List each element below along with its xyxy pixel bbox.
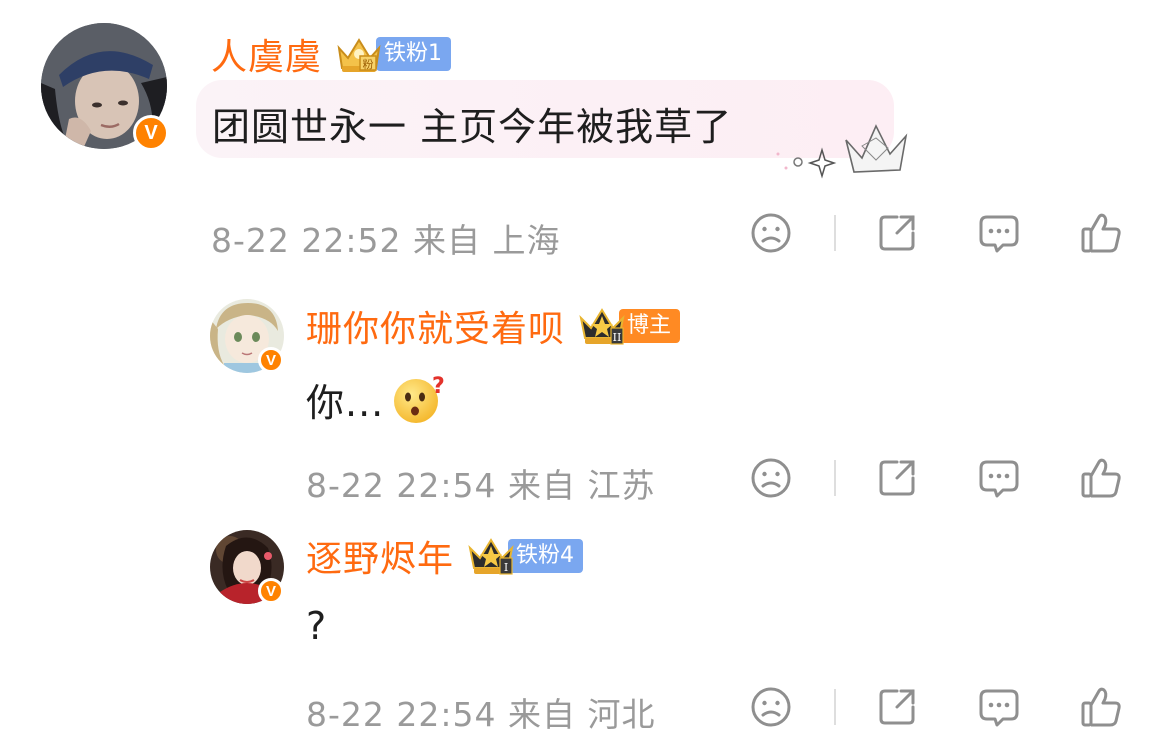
fan-level-tag: 铁粉4 [508,539,584,573]
svg-text:?: ? [432,374,445,399]
divider [834,460,836,496]
svg-text:粉: 粉 [363,58,374,71]
crown-icon: I [466,536,514,576]
verified-badge-icon: V [258,578,284,604]
verified-badge-icon: V [133,115,169,151]
frown-face-icon[interactable] [748,210,794,256]
thumbs-up-icon[interactable] [1078,210,1124,256]
thumbs-up-icon[interactable] [1078,455,1124,501]
comment-meta: 8-22 22:54 来自 江苏 [306,466,656,505]
divider [834,689,836,725]
crown-icon: II [577,306,625,346]
username-row: 逐野烬年 I 铁粉4 [306,530,584,582]
thumbs-up-icon[interactable] [1078,684,1124,730]
share-icon[interactable] [874,684,920,730]
confused-emoji-icon: ? [390,371,446,427]
comment-bubble-icon[interactable] [976,210,1022,256]
comment-text: ? [306,604,328,648]
svg-text:I: I [504,561,508,574]
comment-text: 你... [306,380,385,425]
username-row: 珊你你就受着呗 II 博主 [306,300,681,352]
username[interactable]: 珊你你就受着呗 [306,300,565,352]
comment-bubble-icon[interactable] [976,684,1022,730]
share-icon[interactable] [874,455,920,501]
svg-text:II: II [613,331,622,344]
username[interactable]: 逐野烬年 [306,530,454,582]
frown-face-icon[interactable] [748,684,794,730]
comment-bubble-icon[interactable] [976,455,1022,501]
avatar[interactable]: V [210,530,284,604]
comment-content: 你... ? [306,371,446,427]
avatar[interactable]: V [210,299,284,373]
share-icon[interactable] [874,210,920,256]
fan-level-tag: 铁粉1 [376,37,452,71]
avatar[interactable]: V [41,23,169,151]
comment-meta: 8-22 22:52 来自 上海 [211,221,561,260]
username-row: 人虞虞 粉 铁粉1 [211,28,452,80]
comment-meta: 8-22 22:54 来自 河北 [306,695,656,733]
bubble-crown-decoration-icon [772,110,912,182]
blogger-tag: 博主 [619,309,681,343]
crown-icon: 粉 [334,34,382,74]
verified-badge-icon: V [258,347,284,373]
frown-face-icon[interactable] [748,455,794,501]
username[interactable]: 人虞虞 [211,28,322,80]
divider [834,215,836,251]
comment-text: 团圆世永一 主页今年被我草了 [212,105,733,149]
comment-thread: V 人虞虞 粉 铁粉1 团圆世永一 主页今年被我草了 8-22 22:52 来自… [0,0,1170,733]
